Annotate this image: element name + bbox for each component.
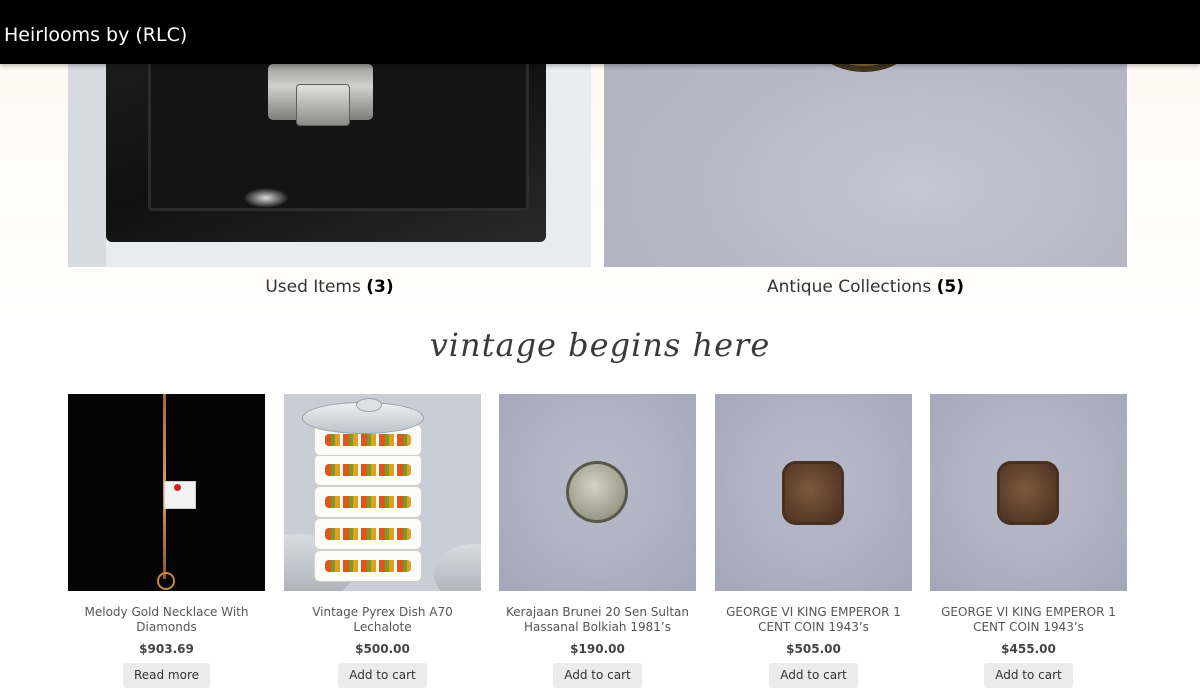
add-to-cart-button[interactable]: Add to cart <box>553 663 642 688</box>
site-header: Heirlooms by (RLC) <box>0 0 1200 64</box>
section-tagline: vintage begins here <box>429 326 771 364</box>
coin-photo <box>782 461 844 525</box>
product-name[interactable]: GEORGE VI KING EMPEROR 1 CENT COIN 1943’… <box>930 605 1127 635</box>
add-to-cart-button[interactable]: Add to cart <box>338 663 427 688</box>
product-name[interactable]: Melody Gold Necklace With Diamonds <box>68 605 265 635</box>
product-image[interactable] <box>930 394 1127 591</box>
product-card: GEORGE VI KING EMPEROR 1 CENT COIN 1943’… <box>715 394 912 688</box>
category-name: Antique Collections <box>767 277 932 297</box>
coin-photo <box>997 461 1059 525</box>
coin-photo <box>566 461 628 523</box>
add-to-cart-button[interactable]: Add to cart <box>769 663 858 688</box>
site-title-link[interactable]: Heirlooms by (RLC) <box>4 22 187 48</box>
category-count: (5) <box>936 277 964 297</box>
product-card: Melody Gold Necklace With Diamonds $903.… <box>68 394 265 688</box>
product-image[interactable] <box>284 394 481 591</box>
category-label-used-items[interactable]: Used Items (3) <box>68 276 591 298</box>
product-card: Kerajaan Brunei 20 Sen Sultan Hassanal B… <box>499 394 696 688</box>
category-label-antique-collections[interactable]: Antique Collections (5) <box>604 276 1127 298</box>
product-price: $500.00 <box>355 642 410 656</box>
product-card: GEORGE VI KING EMPEROR 1 CENT COIN 1943’… <box>930 394 1127 688</box>
category-count: (3) <box>366 277 394 297</box>
product-price: $190.00 <box>570 642 625 656</box>
product-price: $903.69 <box>139 642 194 656</box>
product-image[interactable] <box>715 394 912 591</box>
product-price: $455.00 <box>1001 642 1056 656</box>
read-more-button[interactable]: Read more <box>122 663 211 688</box>
product-price: $505.00 <box>786 642 841 656</box>
product-image[interactable] <box>499 394 696 591</box>
category-name: Used Items <box>265 277 361 297</box>
product-name[interactable]: Vintage Pyrex Dish A70 Lechalote <box>284 605 481 635</box>
add-to-cart-button[interactable]: Add to cart <box>984 663 1073 688</box>
product-card: Vintage Pyrex Dish A70 Lechalote $500.00… <box>284 394 481 688</box>
product-name[interactable]: Kerajaan Brunei 20 Sen Sultan Hassanal B… <box>499 605 696 635</box>
product-image[interactable] <box>68 394 265 591</box>
product-name[interactable]: GEORGE VI KING EMPEROR 1 CENT COIN 1943’… <box>715 605 912 635</box>
